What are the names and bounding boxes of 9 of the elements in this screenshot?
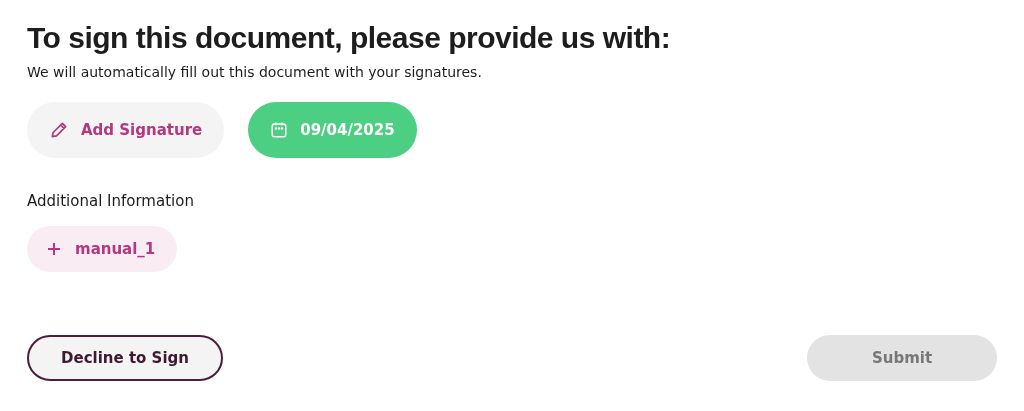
add-field-button[interactable]: manual_1 [27, 226, 178, 272]
decline-button[interactable]: Decline to Sign [27, 335, 223, 381]
calendar-icon [270, 121, 289, 139]
subtitle: We will automatically fill out this document with your signatures. [27, 64, 483, 80]
pencil-icon [49, 120, 69, 140]
plus-icon [47, 242, 61, 256]
page-title: To sign this document, please provide us with: [27, 20, 672, 56]
section-heading: Additional Information [27, 192, 195, 210]
add-signature-button[interactable]: Add Signature [27, 102, 225, 158]
